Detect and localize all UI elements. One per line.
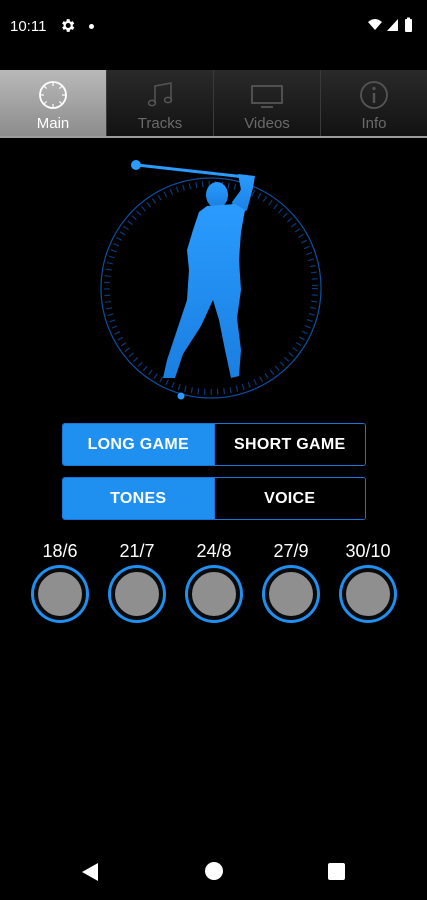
music-note-icon (147, 82, 173, 107)
voice-button[interactable]: VOICE (213, 478, 365, 519)
tempo-button[interactable] (188, 568, 240, 620)
tab-info[interactable]: Info (321, 70, 427, 136)
recents-icon[interactable] (328, 863, 345, 880)
tab-videos[interactable]: Videos (214, 70, 321, 136)
tempo-option: 27/9 (253, 540, 329, 620)
info-icon (360, 81, 388, 109)
tempo-button[interactable] (265, 568, 317, 620)
tempo-label: 21/7 (119, 541, 155, 561)
tempo-option: 18/6 (22, 540, 98, 620)
signal-icon (387, 19, 398, 31)
tempo-button[interactable] (111, 568, 163, 620)
tempo-button[interactable] (342, 568, 394, 620)
tempo-button[interactable] (34, 568, 86, 620)
tv-icon (251, 85, 283, 108)
battery-icon (405, 17, 412, 32)
tab-tracks-label: Tracks (137, 115, 183, 132)
tab-info-label: Info (361, 115, 387, 132)
tab-tracks[interactable]: Tracks (107, 70, 214, 136)
tempo-row: 18/6 21/7 24/8 27/9 30/10 (22, 540, 406, 620)
tempo-label: 24/8 (196, 541, 232, 561)
tab-main[interactable]: Main (0, 70, 107, 136)
back-icon[interactable] (81, 862, 99, 882)
stopwatch-icon (39, 81, 67, 109)
short-game-button[interactable]: SHORT GAME (213, 424, 365, 465)
gear-icon (62, 19, 75, 32)
tab-bar: Main Tracks Videos Info (0, 70, 427, 138)
tempo-option: 24/8 (176, 540, 252, 620)
tones-button[interactable]: TONES (63, 478, 214, 519)
status-icons (368, 17, 412, 32)
status-time: 10:11 (10, 18, 47, 35)
tab-main-label: Main (36, 115, 70, 132)
long-game-button[interactable]: LONG GAME (63, 424, 214, 465)
audio-mode-toggle: TONES VOICE (62, 477, 366, 520)
home-icon[interactable] (205, 862, 223, 880)
game-mode-toggle: LONG GAME SHORT GAME (62, 423, 366, 466)
tempo-option: 30/10 (330, 540, 406, 620)
wifi-icon (368, 19, 382, 30)
tempo-label: 30/10 (345, 541, 391, 561)
tab-videos-label: Videos (244, 115, 290, 132)
golfer-silhouette (131, 160, 255, 378)
dial-marker (177, 392, 185, 400)
notification-dot-icon (89, 24, 94, 29)
status-bar: 10:11 (0, 0, 427, 56)
tempo-option: 21/7 (99, 540, 175, 620)
tempo-label: 18/6 (42, 541, 78, 561)
navigation-bar (0, 848, 427, 900)
tempo-label: 27/9 (273, 541, 309, 561)
golfer-swing-icon (100, 160, 322, 400)
